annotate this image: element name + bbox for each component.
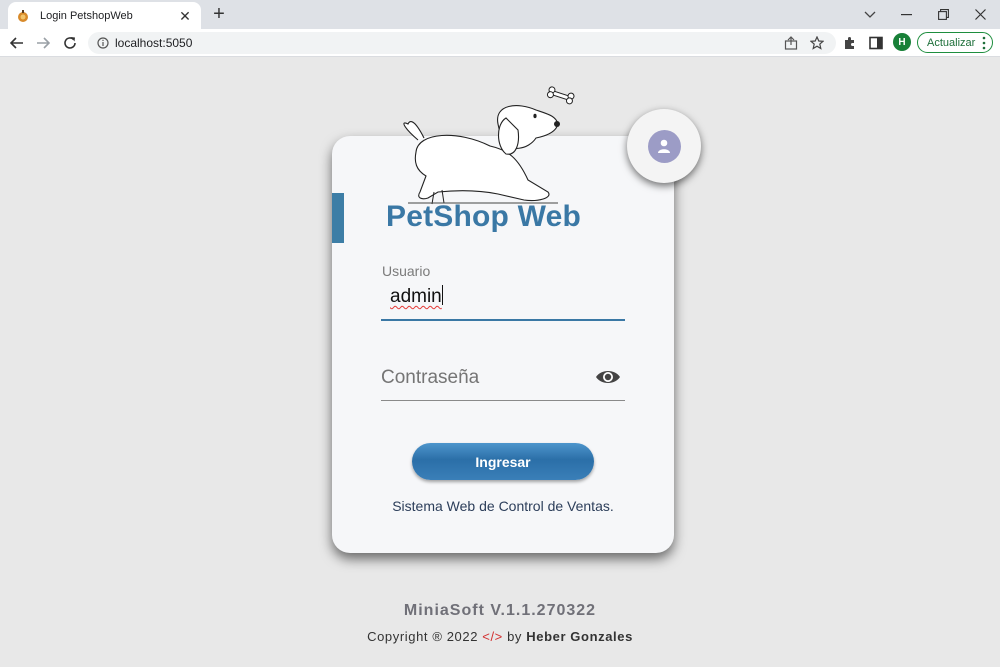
forward-arrow-icon[interactable] xyxy=(33,33,53,53)
back-arrow-icon[interactable] xyxy=(7,33,27,53)
update-button[interactable]: Actualizar xyxy=(917,32,993,53)
plus-icon[interactable]: + xyxy=(208,3,230,25)
username-label: Usuario xyxy=(382,263,431,279)
profile-avatar[interactable]: H xyxy=(893,33,911,51)
window-close-icon[interactable] xyxy=(962,0,999,29)
tab-favicon-icon xyxy=(18,9,28,22)
avatar-badge xyxy=(627,109,701,183)
system-subtitle: Sistema Web de Control de Ventas. xyxy=(392,498,614,514)
share-icon[interactable] xyxy=(784,36,798,50)
browser-tab[interactable]: Login PetshopWeb ✕ xyxy=(8,2,201,29)
copyright-prefix: Copyright ® 2022 xyxy=(367,629,479,644)
star-icon[interactable] xyxy=(810,36,824,50)
dog-illustration-icon xyxy=(403,86,575,205)
username-input[interactable]: admin xyxy=(390,285,620,308)
kebab-menu-icon xyxy=(982,36,986,50)
password-underline xyxy=(381,400,625,401)
close-icon[interactable]: ✕ xyxy=(177,8,193,24)
tab-strip: Login PetshopWeb ✕ + xyxy=(0,0,1000,29)
tab-title: Login PetshopWeb xyxy=(40,9,133,22)
minimize-icon[interactable] xyxy=(888,0,925,29)
brand-title: PetShop Web xyxy=(386,200,581,233)
version-text: MiniaSoft V.1.1.270322 xyxy=(403,602,597,619)
text-caret xyxy=(441,285,443,305)
username-value: admin xyxy=(390,286,442,307)
browser-toolbar: localhost:5050 xyxy=(0,29,1000,57)
reload-icon[interactable] xyxy=(60,33,80,53)
info-icon[interactable] xyxy=(97,37,109,49)
side-panel-icon[interactable] xyxy=(868,35,884,51)
copyright-text: Copyright ® 2022 </> by Heber Gonzales xyxy=(0,629,1000,644)
update-label: Actualizar xyxy=(927,36,976,49)
url-text: localhost:5050 xyxy=(115,36,193,50)
login-button[interactable]: Ingresar xyxy=(412,443,594,480)
chevron-down-icon[interactable] xyxy=(851,0,888,29)
user-avatar-icon xyxy=(647,129,681,163)
username-underline xyxy=(381,319,625,321)
code-icon: </> xyxy=(482,629,503,644)
password-input[interactable]: Contraseña xyxy=(381,367,479,389)
accent-bar xyxy=(332,193,344,243)
eye-icon[interactable] xyxy=(595,368,621,386)
copyright-by: by xyxy=(507,629,523,644)
extensions-icon[interactable] xyxy=(842,35,858,51)
restore-icon[interactable] xyxy=(925,0,962,29)
author-name: Heber Gonzales xyxy=(526,629,633,644)
address-bar[interactable]: localhost:5050 xyxy=(88,32,836,54)
